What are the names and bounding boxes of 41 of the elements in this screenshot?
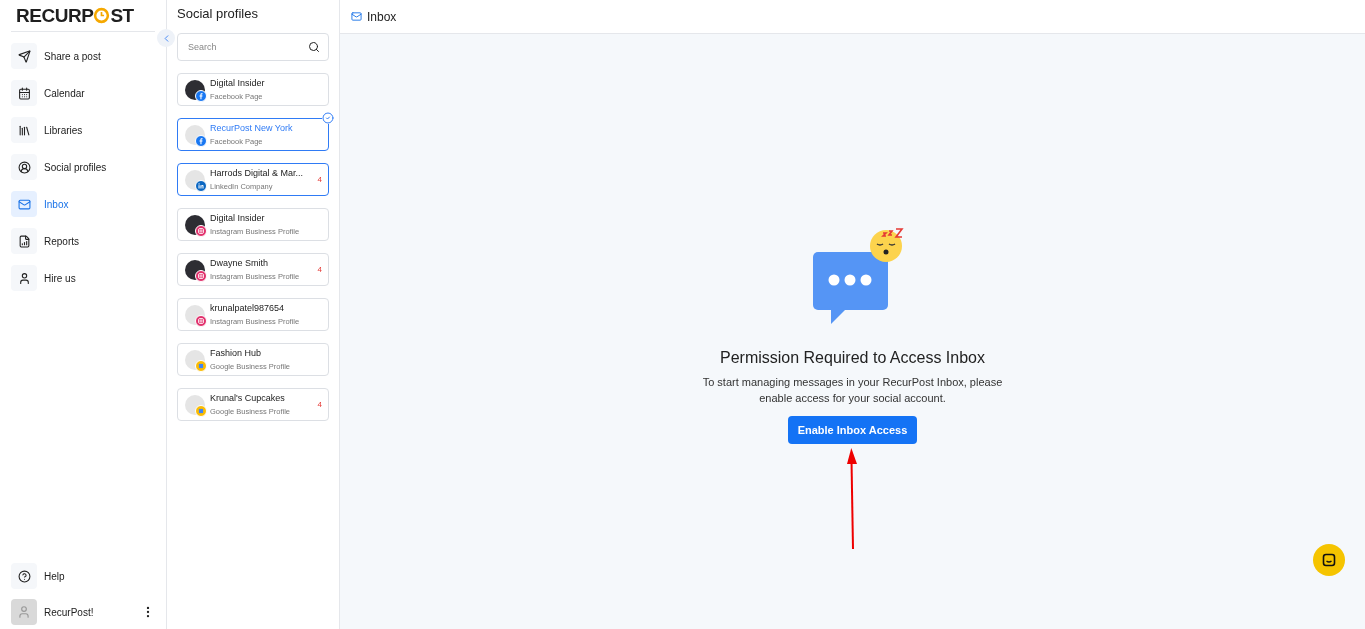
books-icon [17, 123, 31, 137]
profile-name: Harrods Digital & Mar... [210, 167, 305, 181]
nav-item[interactable]: Hire us [11, 265, 155, 291]
calendar-icon [17, 86, 31, 100]
profile-name: Fashion Hub [210, 347, 263, 361]
user-icon [17, 605, 31, 619]
search-field[interactable]: Search [177, 33, 329, 61]
logo: RECURP ST [16, 6, 134, 25]
chat-icon [1322, 553, 1336, 567]
empty-state-title: Permission Required to Access Inbox [720, 348, 985, 368]
help-item[interactable]: Help [11, 563, 155, 589]
page-title: Inbox [367, 8, 397, 26]
user-circle-icon [17, 160, 31, 174]
profile-name: Digital Insider [210, 212, 266, 226]
unread-count: 4 [317, 173, 322, 186]
document-chart-icon [17, 234, 31, 248]
nav-item[interactable]: Libraries [11, 117, 155, 143]
nav-item[interactable]: Inbox [11, 191, 155, 217]
nav-item[interactable]: Share a post [11, 43, 155, 69]
profile-name: krunalpatel987654 [210, 302, 286, 316]
unread-count: 4 [317, 263, 322, 276]
account-name: RecurPost! [44, 605, 95, 620]
mail-icon [351, 11, 362, 22]
profile-name: Krunal's Cupcakes [210, 392, 286, 406]
clock-icon [93, 7, 111, 24]
unread-count: 4 [317, 398, 322, 411]
search-icon [308, 41, 320, 53]
panel-title: Social profiles [177, 5, 259, 24]
profile-name: Digital Insider [210, 77, 266, 91]
nav-item[interactable]: Calendar [11, 80, 155, 106]
chat-button[interactable] [1313, 544, 1345, 576]
help-icon [17, 569, 31, 583]
enable-inbox-button[interactable]: Enable Inbox Access [787, 416, 918, 444]
user-icon [17, 271, 31, 285]
send-icon [17, 49, 31, 63]
nav-item[interactable]: Reports [11, 228, 155, 254]
mail-icon [17, 197, 31, 211]
profile-name: Dwayne Smith [210, 257, 270, 271]
nav-item[interactable]: Social profiles [11, 154, 155, 180]
empty-state-message: To start managing messages in your RecurPost Inbox, please enable access for your social account. [701, 375, 1004, 406]
profile-name: RecurPost New York [210, 122, 294, 136]
